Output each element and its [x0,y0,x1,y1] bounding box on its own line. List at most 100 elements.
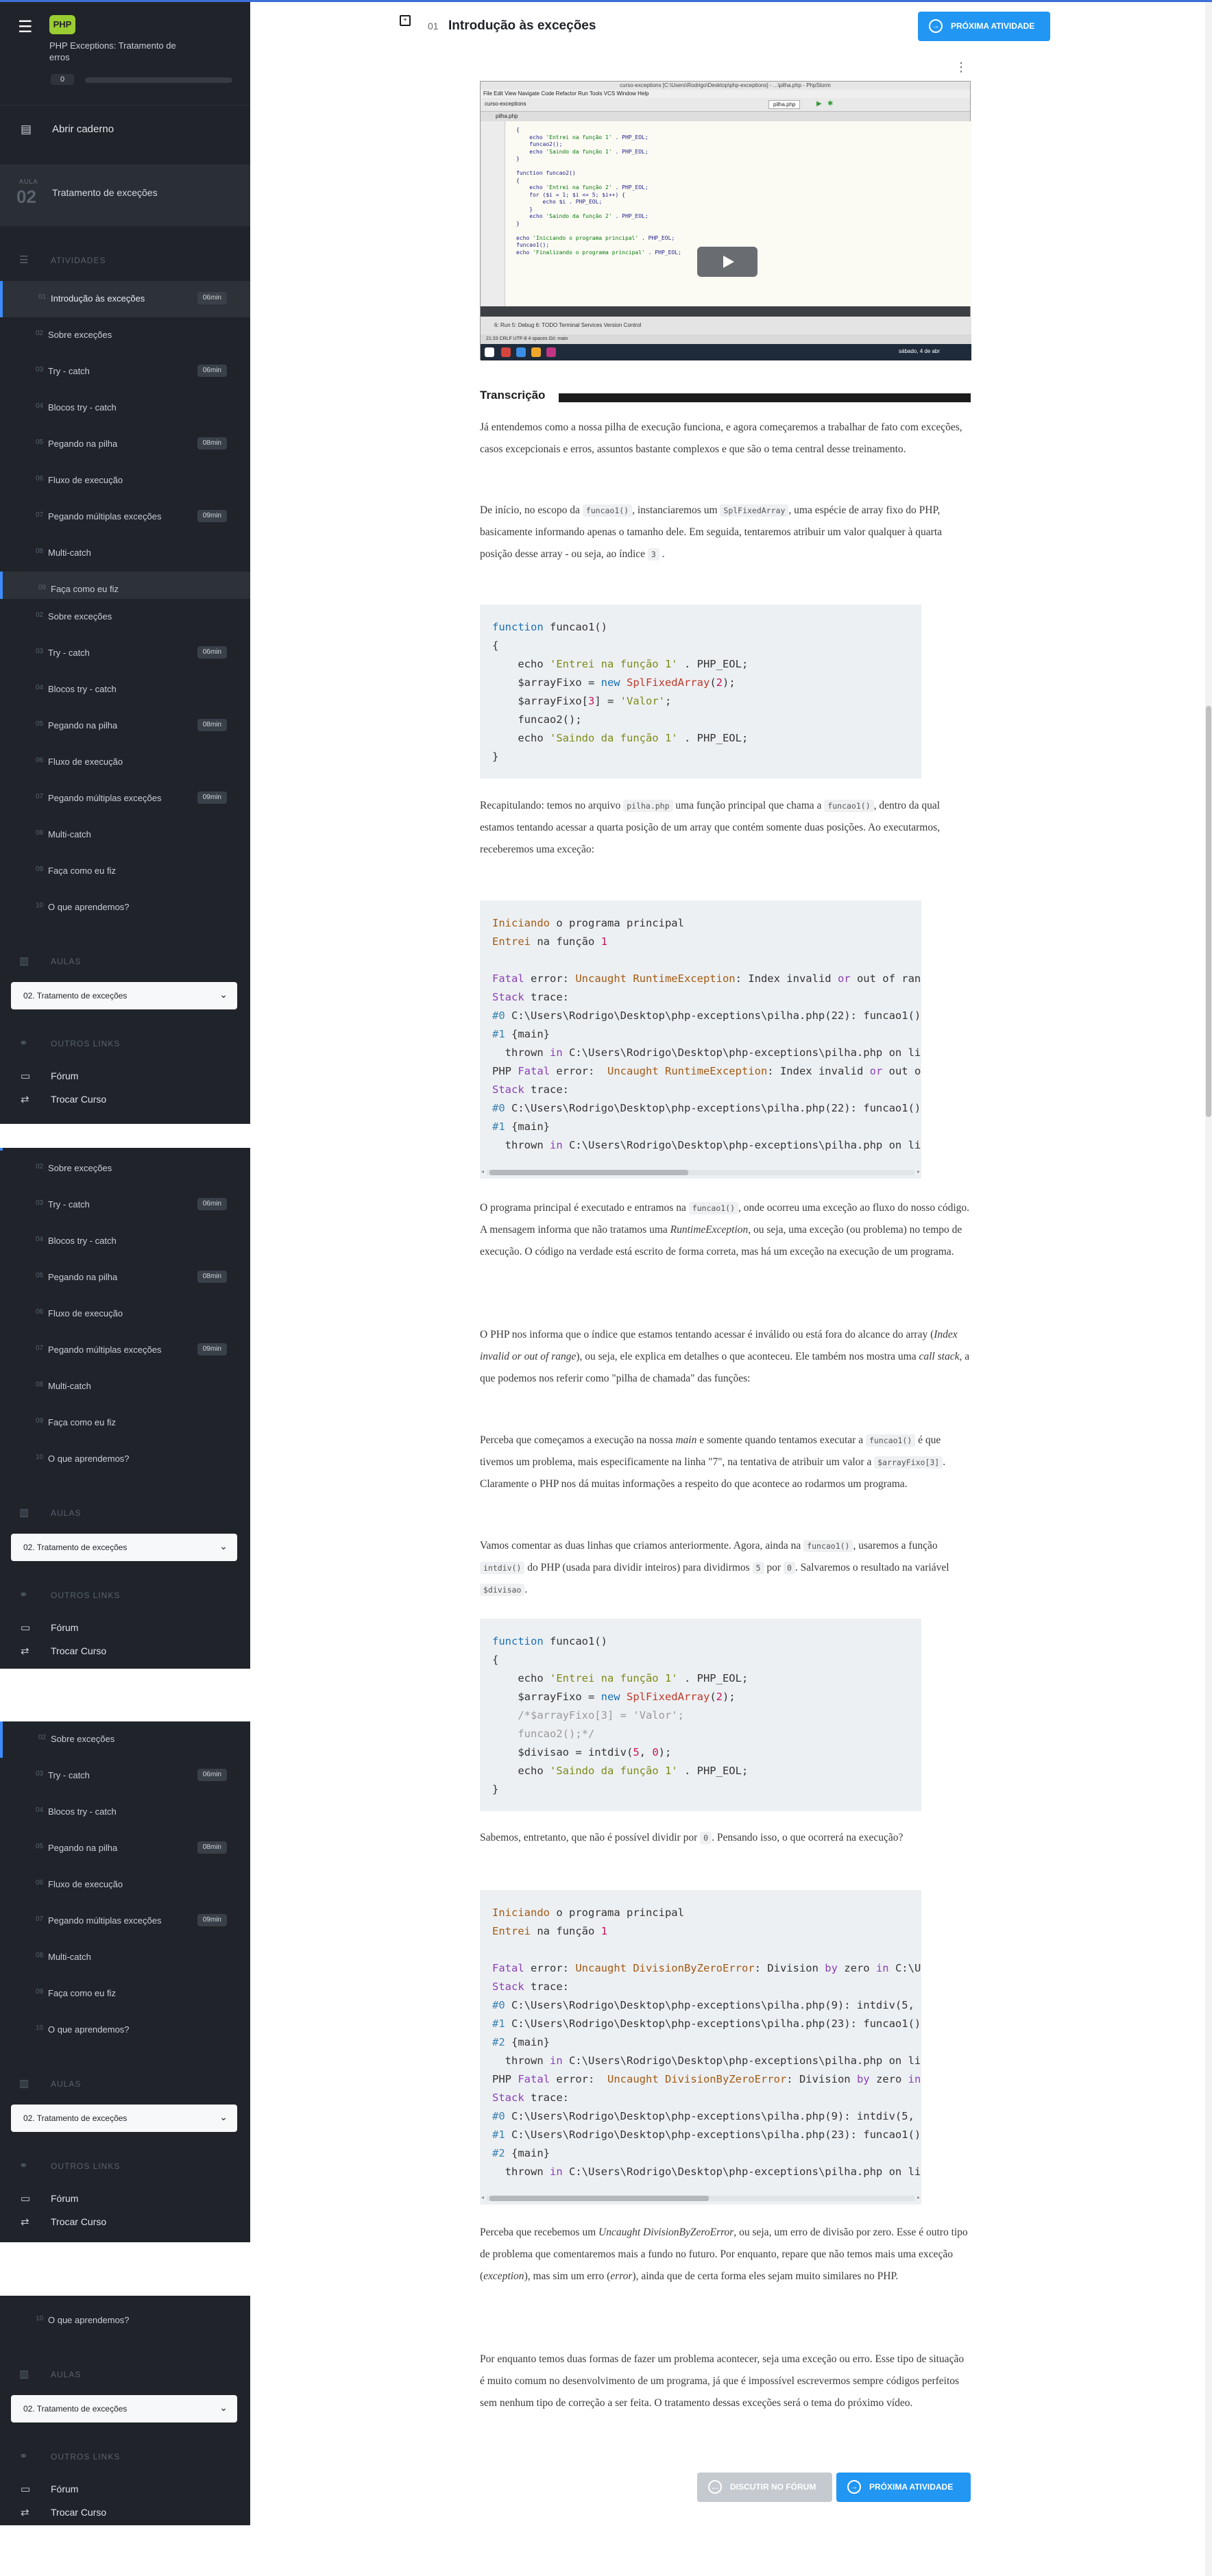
activity-number: 10 [36,2315,44,2322]
page-scrollbar[interactable] [1205,0,1212,2576]
activity-item[interactable]: 09 Faça como eu fiz [0,853,250,890]
activity-item[interactable]: 07 Pegando múltiplas exceções 09min [0,781,250,817]
forum-label: Fórum [51,1622,79,1633]
activity-item[interactable]: 08 Multi-catch [0,535,250,572]
activity-number: 01 [38,293,47,301]
output-scrollbar[interactable]: ◂ ▸ [480,2192,921,2205]
inline-code: funcao1() [688,1202,739,1214]
activities-title-label: ATIVIDADES [51,256,106,265]
activity-item[interactable]: 09 Faça como eu fiz [0,572,250,599]
activity-item[interactable]: 06 Fluxo de execução [0,744,250,781]
activity-label: Multi-catch [48,1952,91,1962]
activity-item[interactable]: 10 O que aprendemos? [0,2303,250,2339]
activity-item[interactable]: 08 Multi-catch [0,1369,250,1405]
activity-item[interactable]: 06 Fluxo de execução [0,463,250,499]
activity-number: 03 [36,1770,44,1778]
activity-item[interactable]: 06 Fluxo de execução [0,1867,250,1903]
activity-label: Pegando múltiplas exceções [48,1915,162,1926]
activity-item[interactable]: 04 Blocos try - catch [0,390,250,426]
activity-item[interactable]: 05 Pegando na pilha 08min [0,1260,250,1296]
class-select[interactable]: 02. Tratamento de exceções ⌄ [11,982,237,1009]
activity-item[interactable]: 05 Pegando na pilha 08min [0,426,250,463]
switch-course-link[interactable]: ⇄ Trocar Curso [0,1639,250,1663]
activity-item[interactable]: 02 Sobre exceções [0,1151,250,1187]
activity-item[interactable]: 10 O que aprendemos? [0,1441,250,1477]
next-activity-button[interactable]: → PRÓXIMA ATIVIDADE [836,2473,971,2502]
progress-chip: 0 [51,74,74,85]
forum-link[interactable]: ▭ Fórum [0,1064,250,1088]
duration-badge: 06min [197,1198,227,1210]
activity-item[interactable]: 05 Pegando na pilha 08min [0,708,250,744]
activity-item[interactable]: 07 Pegando múltiplas exceções 09min [0,499,250,535]
chat-icon: ▭ [21,2193,31,2205]
activity-item[interactable]: 08 Multi-catch [0,817,250,853]
activity-item[interactable]: 02 Sobre exceções [0,1721,250,1758]
output-content: Iniciando o programa principal Entrei na… [492,1906,921,2178]
output-block: Iniciando o programa principal Entrei na… [480,900,921,1168]
activity-item[interactable]: 03 Try - catch 06min [0,1758,250,1794]
class-select[interactable]: 02. Tratamento de exceções ⌄ [11,2105,237,2132]
open-notebook-link[interactable]: ▤ Abrir caderno [0,105,250,153]
more-options-icon[interactable]: ⋮ [953,59,969,75]
activity-item[interactable]: 02 Sobre exceções [0,599,250,635]
lesson-caption: AULA [19,178,38,185]
activity-item[interactable]: 09 Faça como eu fiz [0,1976,250,2012]
activity-label: Fluxo de execução [48,757,123,767]
classes-title-label: AULAS [51,2370,82,2379]
activity-number: 06 [36,475,44,482]
discuss-forum-button[interactable]: … DISCUTIR NO FÓRUM [697,2473,832,2502]
activity-item[interactable]: 03 Try - catch 06min [0,635,250,672]
switch-course-link[interactable]: ⇄ Trocar Curso [0,2210,250,2233]
activity-item[interactable]: 06 Fluxo de execução [0,1296,250,1332]
activity-item[interactable]: 04 Blocos try - catch [0,672,250,708]
play-icon[interactable] [697,247,758,277]
activity-item[interactable]: 05 Pegando na pilha 08min [0,1830,250,1867]
output-scrollbar[interactable]: ◂ ▸ [480,1166,921,1179]
activity-number: 05 [36,720,44,728]
current-lesson[interactable]: AULA 02 Tratamento de exceções [0,164,250,226]
activity-item[interactable]: 01 Introdução às exceções 06min [0,281,250,317]
inline-code: 3 [647,548,659,561]
toggle-icon[interactable]: + [400,15,411,26]
video-taskbar: sábado, 4 de abr [481,344,971,360]
activity-item[interactable]: 10 O que aprendemos? [0,890,250,926]
sidebar: ☰ PHP PHP Exceptions: Tratamento de erro… [0,0,250,2525]
switch-icon: ⇄ [21,2507,29,2518]
class-select[interactable]: 02. Tratamento de exceções ⌄ [11,1534,237,1561]
menu-collapse-icon[interactable]: ☰ [18,18,37,37]
activity-label: Pegando na pilha [48,439,118,449]
switch-icon: ⇄ [21,1094,29,1105]
forum-link[interactable]: ▭ Fórum [0,2477,250,2501]
video-player[interactable]: curso-exceptions [C:\Users\Rodrigo\Deskt… [480,81,971,360]
video-code: { echo 'Entrei na função 1' . PHP_EOL; f… [516,127,681,256]
paragraph: Perceba que recebemos um Uncaught Divisi… [480,2227,968,2282]
activity-number: 07 [36,1915,44,1923]
switch-course-link[interactable]: ⇄ Trocar Curso [0,2501,250,2524]
switch-course-link[interactable]: ⇄ Trocar Curso [0,1088,250,1111]
class-select[interactable]: 02. Tratamento de exceções ⌄ [11,2395,237,2422]
inline-code: SplFixedArray [720,504,789,517]
activity-item[interactable]: 10 O que aprendemos? [0,2012,250,2048]
next-activity-button[interactable]: → PRÓXIMA ATIVIDADE [918,12,1050,41]
activity-item[interactable]: 04 Blocos try - catch [0,1794,250,1830]
activity-list-4: 10 O que aprendemos? ▥ AULAS 02. Tratament… [0,2303,250,2524]
app-icon [546,347,556,357]
activity-item[interactable]: 08 Multi-catch [0,1939,250,1976]
other-links-section-title: ⚭ OUTROS LINKS [0,1022,250,1064]
course-title[interactable]: PHP Exceptions: Tratamento de erros [49,40,186,63]
forum-link[interactable]: ▭ Fórum [0,2187,250,2210]
activity-number: 08 [36,1952,44,1959]
activity-item[interactable]: 09 Faça como eu fiz [0,1405,250,1441]
activity-item[interactable]: 07 Pegando múltiplas exceções 09min [0,1903,250,1939]
other-links-label: OUTROS LINKS [51,1039,121,1048]
activity-label: Sobre exceções [48,611,112,622]
activity-item[interactable]: 03 Try - catch 06min [0,354,250,390]
forum-link[interactable]: ▭ Fórum [0,1616,250,1639]
activity-item[interactable]: 04 Blocos try - catch [0,1223,250,1260]
activity-item[interactable]: 03 Try - catch 06min [0,1187,250,1223]
activity-item[interactable]: 02 Sobre exceções [0,317,250,354]
activity-item[interactable]: 07 Pegando múltiplas exceções 09min [0,1332,250,1369]
chevron-down-icon: ⌄ [219,2111,228,2122]
activity-label: Blocos try - catch [48,1806,117,1817]
class-select-value: 02. Tratamento de exceções [23,2113,128,2123]
